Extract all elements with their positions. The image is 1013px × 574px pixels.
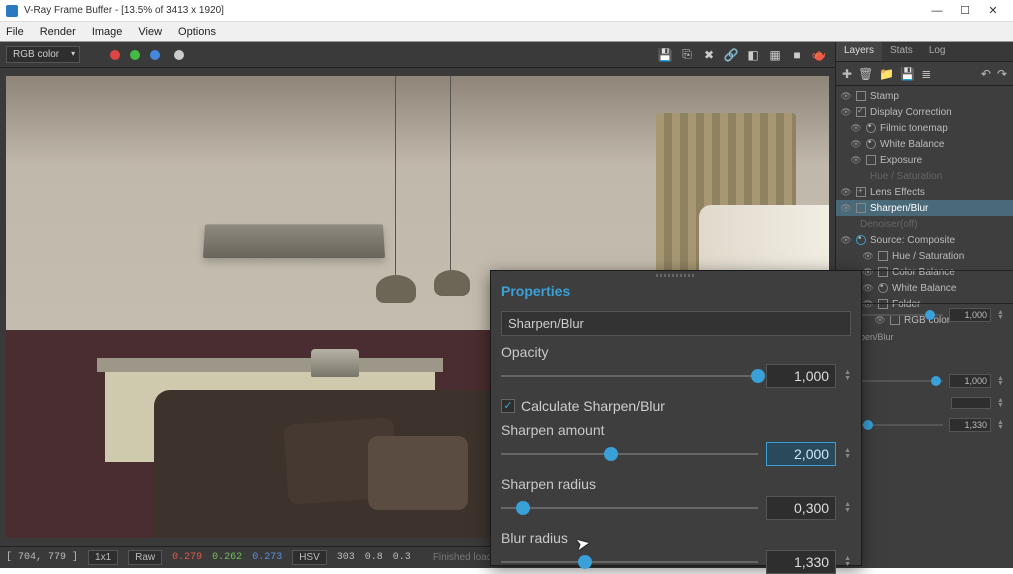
layer-filmic[interactable]: 👁Filmic tonemap	[836, 120, 1013, 136]
layer-stamp[interactable]: 👁Stamp	[836, 88, 1013, 104]
sharpen-amount-slider[interactable]	[501, 453, 758, 455]
window-title: V-Ray Frame Buffer - [13.5% of 3413 x 19…	[24, 5, 224, 16]
menu-options[interactable]: Options	[178, 26, 216, 38]
add-layer-icon[interactable]: ✚	[842, 67, 852, 81]
layer-white-balance[interactable]: 👁White Balance	[836, 136, 1013, 152]
blue-channel-icon[interactable]	[150, 50, 160, 60]
layer-hue-sat-2[interactable]: 👁Hue / Saturation	[836, 248, 1013, 264]
raw-g: 0.262	[212, 552, 242, 563]
clear-icon[interactable]: ✖	[699, 45, 719, 65]
green-channel-icon[interactable]	[130, 50, 140, 60]
app-logo-icon	[6, 5, 18, 17]
red-channel-icon[interactable]	[110, 50, 120, 60]
hsv-v: 0.3	[393, 552, 411, 563]
redo-icon[interactable]: ↷	[997, 67, 1007, 81]
channel-dropdown[interactable]: RGB color	[6, 46, 80, 63]
layer-denoiser[interactable]: Denoiser(off)	[836, 216, 1013, 232]
menu-file[interactable]: File	[6, 26, 24, 38]
menu-view[interactable]: View	[138, 26, 162, 38]
sharpen-amount-label: Sharpen amount	[501, 422, 851, 438]
blur-radius-label: Blur radius	[501, 530, 851, 546]
raw-r: 0.279	[172, 552, 202, 563]
sharpen-radius-value[interactable]: 0,300	[766, 496, 836, 520]
layer-source-composite[interactable]: 👁Source: Composite	[836, 232, 1013, 248]
sharpen-radius-slider[interactable]	[501, 507, 758, 509]
sharpen-radius-spinner[interactable]: ▲▼	[844, 502, 851, 514]
raw-b: 0.273	[252, 552, 282, 563]
main-toolbar: RGB color 💾 ⎘ ✖ 🔗 ◧ ▦ ■ 🫖	[0, 42, 835, 68]
titlebar: V-Ray Frame Buffer - [13.5% of 3413 x 19…	[0, 0, 1013, 22]
raw-pill[interactable]: Raw	[128, 550, 162, 565]
stop-icon[interactable]: ■	[787, 45, 807, 65]
mode-pill[interactable]: HSV	[292, 550, 327, 565]
menu-render[interactable]: Render	[40, 26, 76, 38]
link-icon[interactable]: 🔗	[721, 45, 741, 65]
blur-radius-slider[interactable]	[501, 561, 758, 563]
layer-exposure[interactable]: 👁Exposure	[836, 152, 1013, 168]
undo-icon[interactable]: ↶	[981, 67, 991, 81]
sharpen-amount-spinner[interactable]: ▲▼	[844, 448, 851, 460]
maximize-button[interactable]: ☐	[951, 1, 979, 21]
mono-channel-icon[interactable]	[174, 50, 184, 60]
save-preset-icon[interactable]: 💾	[900, 67, 915, 81]
properties-title: Properties	[491, 279, 861, 307]
layer-display-correction[interactable]: 👁Display Correction	[836, 104, 1013, 120]
layer-lens-effects[interactable]: 👁Lens Effects	[836, 184, 1013, 200]
cursor-coords: [ 704, 779 ]	[6, 552, 78, 563]
copy-icon[interactable]: ⎘	[677, 45, 697, 65]
properties-panel[interactable]: Properties Sharpen/Blur Opacity 1,000 ▲▼…	[490, 270, 862, 566]
calculate-checkbox[interactable]: ✓	[501, 399, 515, 413]
tab-stats[interactable]: Stats	[882, 42, 921, 61]
blur-radius-value[interactable]: 1,330	[766, 550, 836, 574]
sharpen-amount-value[interactable]: 2,000	[766, 442, 836, 466]
blur-radius-spinner[interactable]: ▲▼	[844, 556, 851, 568]
opacity-slider[interactable]	[501, 375, 758, 377]
folder-icon[interactable]: 📁	[879, 67, 894, 81]
layer-hue-sat[interactable]: Hue / Saturation	[836, 168, 1013, 184]
calculate-label: Calculate Sharpen/Blur	[521, 398, 665, 414]
region-icon[interactable]: ▦	[765, 45, 785, 65]
minimize-button[interactable]: —	[923, 1, 951, 21]
tab-layers[interactable]: Layers	[836, 42, 882, 61]
layer-sharpen-blur[interactable]: 👁Sharpen/Blur	[836, 200, 1013, 216]
opacity-spinner[interactable]: ▲▼	[844, 370, 851, 382]
opacity-label: Opacity	[501, 344, 851, 360]
delete-layer-icon[interactable]: 🗑	[858, 67, 873, 81]
zoom-pill[interactable]: 1x1	[88, 550, 118, 565]
menu-image[interactable]: Image	[92, 26, 123, 38]
save-icon[interactable]: 💾	[655, 45, 675, 65]
ab-compare-icon[interactable]: ◧	[743, 45, 763, 65]
render-icon[interactable]: 🫖	[809, 45, 829, 65]
opacity-value[interactable]: 1,000	[766, 364, 836, 388]
hsv-h: 303	[337, 552, 355, 563]
hsv-s: 0.8	[365, 552, 383, 563]
menubar: File Render Image View Options	[0, 22, 1013, 42]
tab-log[interactable]: Log	[921, 42, 954, 61]
layer-name-input[interactable]: Sharpen/Blur	[501, 311, 851, 336]
panel-drag-handle[interactable]	[491, 271, 861, 279]
list-icon[interactable]: ≣	[921, 67, 931, 81]
close-button[interactable]: ✕	[979, 1, 1007, 21]
sharpen-radius-label: Sharpen radius	[501, 476, 851, 492]
